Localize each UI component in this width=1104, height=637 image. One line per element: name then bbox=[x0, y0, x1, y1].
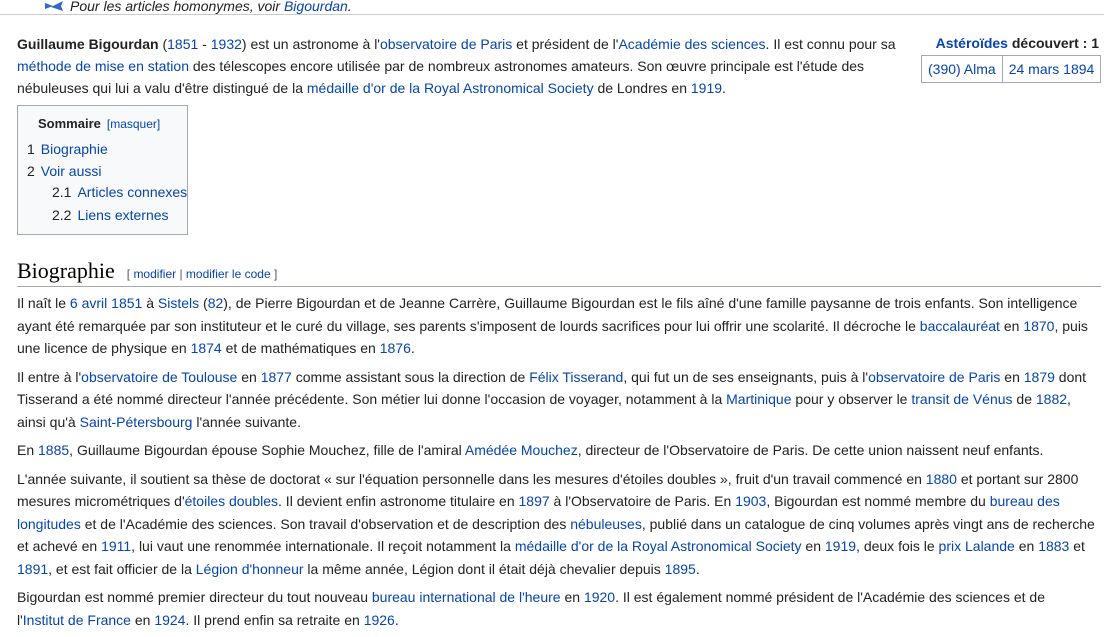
toc-item-liens-externes[interactable]: 2.2 Liens externes bbox=[52, 206, 169, 224]
section-heading-biographie: Biographie [ modifier | modifier le code … bbox=[17, 256, 1101, 287]
link-nebuleuses[interactable]: nébuleuses bbox=[570, 516, 642, 532]
link-asteroides[interactable]: Astéroïdes bbox=[936, 35, 1008, 51]
link-1883[interactable]: 1883 bbox=[1038, 538, 1069, 554]
biography-text: Il naît le 6 avril 1851 à Sistels (82), … bbox=[17, 292, 1095, 637]
link-1874[interactable]: 1874 bbox=[191, 340, 222, 356]
link-82[interactable]: 82 bbox=[208, 295, 224, 311]
link-1926[interactable]: 1926 bbox=[364, 612, 395, 628]
link-legion-honneur[interactable]: Légion d'honneur bbox=[196, 561, 304, 577]
toc-item-voir-aussi[interactable]: 2 Voir aussi bbox=[27, 162, 102, 180]
link-etoiles-doubles[interactable]: étoiles doubles bbox=[185, 493, 278, 509]
toc-title: Sommaire [masquer] bbox=[38, 116, 161, 131]
link-1876[interactable]: 1876 bbox=[380, 340, 411, 356]
link-1919[interactable]: 1919 bbox=[691, 80, 722, 96]
link-1895[interactable]: 1895 bbox=[665, 561, 696, 577]
link-asteroid-alma[interactable]: (390) Alma bbox=[928, 61, 996, 77]
link-amedee-mouchez[interactable]: Amédée Mouchez bbox=[465, 442, 578, 458]
link-1924[interactable]: 1924 bbox=[154, 612, 185, 628]
link-1897[interactable]: 1897 bbox=[519, 493, 550, 509]
link-academie-sciences[interactable]: Académie des sciences bbox=[618, 36, 765, 52]
link-discovery-date[interactable]: 24 mars 1894 bbox=[1009, 61, 1095, 77]
link-1885[interactable]: 1885 bbox=[38, 442, 69, 458]
link-1920[interactable]: 1920 bbox=[584, 589, 615, 605]
link-1919-2[interactable]: 1919 bbox=[825, 538, 856, 554]
table-row: (390) Alma 24 mars 1894 bbox=[921, 55, 1102, 83]
link-sistels[interactable]: Sistels bbox=[158, 295, 199, 311]
paragraph-career: Il entre à l'observatoire de Toulouse en… bbox=[17, 368, 1087, 430]
section-title: Biographie bbox=[17, 258, 115, 283]
link-1880[interactable]: 1880 bbox=[926, 471, 957, 487]
link-1879[interactable]: 1879 bbox=[1024, 369, 1055, 385]
toc-item-articles-connexes[interactable]: 2.1 Articles connexes bbox=[52, 183, 187, 201]
paragraph-director: Bigourdan est nommé premier directeur du… bbox=[17, 589, 1045, 628]
link-baccalaureat[interactable]: baccalauréat bbox=[920, 318, 1000, 334]
paragraph-thesis: L'année suivante, il soutient sa thèse d… bbox=[17, 470, 1095, 577]
link-1877[interactable]: 1877 bbox=[261, 369, 292, 385]
link-1932[interactable]: 1932 bbox=[211, 36, 242, 52]
article-subject: Guillaume Bigourdan bbox=[17, 36, 159, 52]
link-bureau-international-heure[interactable]: bureau international de l'heure bbox=[372, 589, 561, 605]
link-observatoire-paris[interactable]: observatoire de Paris bbox=[868, 369, 1000, 385]
link-saint-petersbourg[interactable]: Saint-Pétersbourg bbox=[80, 414, 193, 430]
asteroid-table: (390) Alma 24 mars 1894 bbox=[921, 55, 1102, 83]
date-cell: 24 mars 1894 bbox=[1001, 55, 1102, 83]
infobox-asteroids: Astéroïdes découvert : 1 (390) Alma 24 m… bbox=[921, 33, 1102, 83]
edit-source-button[interactable]: modifier le code bbox=[186, 267, 271, 281]
link-1891[interactable]: 1891 bbox=[17, 561, 48, 577]
hatnote: Pour les articles homonymes, voir Bigour… bbox=[44, 0, 352, 15]
infobox-title: Astéroïdes découvert : 1 bbox=[935, 35, 1099, 51]
table-of-contents: Sommaire [masquer] 1 Biographie 2 Voir auss… bbox=[17, 105, 188, 235]
hatnote-link[interactable]: Bigourdan bbox=[284, 0, 348, 14]
paragraph-marriage: En 1885, Guillaume Bigourdan épouse Soph… bbox=[17, 442, 1044, 458]
link-medaille-ras[interactable]: médaille d'or de la Royal Astronomical S… bbox=[307, 80, 594, 96]
paragraph-birth: Il naît le 6 avril 1851 à Sistels (82), … bbox=[17, 295, 1088, 356]
link-medaille-ras-2[interactable]: médaille d'or de la Royal Astronomical S… bbox=[515, 538, 802, 554]
edit-section-links: [ modifier | modifier le code ] bbox=[126, 267, 278, 281]
toc-toggle-button[interactable]: [masquer] bbox=[107, 117, 160, 131]
link-1870[interactable]: 1870 bbox=[1023, 318, 1054, 334]
link-1882[interactable]: 1882 bbox=[1036, 391, 1067, 407]
link-observatoire-paris[interactable]: observatoire de Paris bbox=[380, 36, 512, 52]
edit-section-button[interactable]: modifier bbox=[133, 267, 176, 281]
link-1851[interactable]: 1851 bbox=[167, 36, 198, 52]
toc-item-biographie[interactable]: 1 Biographie bbox=[27, 140, 108, 158]
link-institut-de-france[interactable]: Institut de France bbox=[23, 612, 131, 628]
link-observatoire-toulouse[interactable]: observatoire de Toulouse bbox=[81, 369, 237, 385]
disambiguation-icon bbox=[44, 0, 64, 11]
link-transit-venus[interactable]: transit de Vénus bbox=[911, 391, 1012, 407]
link-1911[interactable]: 1911 bbox=[101, 538, 131, 554]
link-martinique[interactable]: Martinique bbox=[726, 391, 791, 407]
link-6-avril-1851[interactable]: 6 avril 1851 bbox=[70, 295, 142, 311]
link-felix-tisserand[interactable]: Félix Tisserand bbox=[529, 369, 623, 385]
link-1903[interactable]: 1903 bbox=[735, 493, 766, 509]
link-prix-lalande[interactable]: prix Lalande bbox=[939, 538, 1015, 554]
asteroid-cell: (390) Alma bbox=[921, 55, 1003, 83]
lead-paragraph: Guillaume Bigourdan (1851 - 1932) est un… bbox=[17, 36, 896, 96]
link-methode-mise-en-station[interactable]: méthode de mise en station bbox=[17, 58, 189, 74]
